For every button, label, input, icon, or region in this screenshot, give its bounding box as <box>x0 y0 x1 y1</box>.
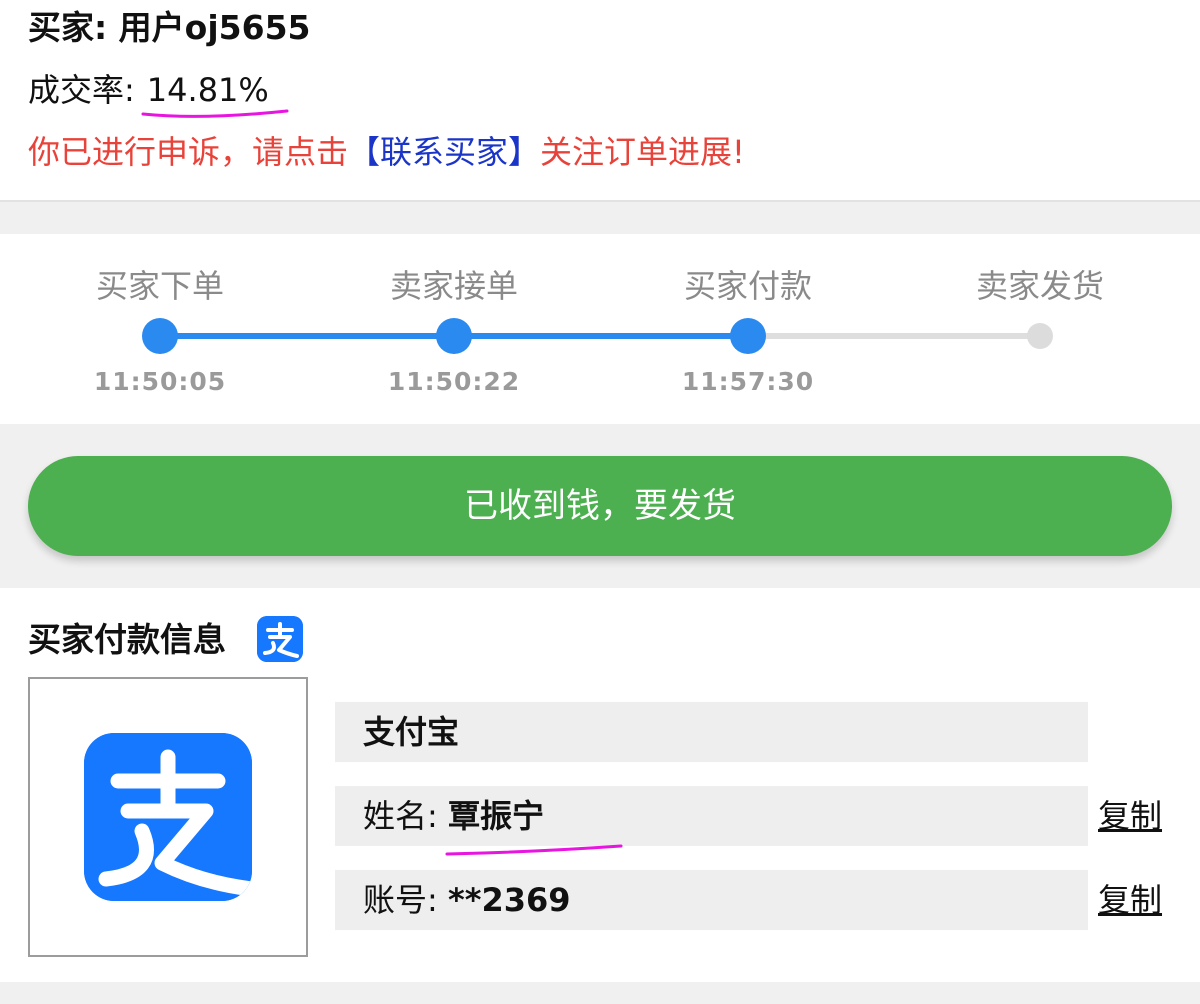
highlight-underline <box>445 844 623 856</box>
payment-qr-frame[interactable] <box>28 677 308 957</box>
deal-rate-value: 14.81% <box>141 70 289 118</box>
highlight-underline <box>141 109 289 118</box>
deal-rate-label: 成交率: <box>28 71 135 109</box>
step-time: 11:50:05 <box>93 367 227 396</box>
payee-account: 账号: **2369 <box>363 880 571 920</box>
appeal-notice: 你已进行申诉，请点击【联系买家】关注订单进展! <box>28 132 745 172</box>
step-dot-done <box>730 318 766 354</box>
payment-method-row: 支付宝 <box>335 702 1088 762</box>
payee-name-row: 姓名: 覃振宁 <box>335 786 1088 856</box>
step-dot-pending <box>1027 323 1053 349</box>
copy-name-button[interactable]: 复制 <box>1098 796 1162 836</box>
order-progress: 买家下单 11:50:05 卖家接单 11:50:22 买家付款 11:57:3… <box>0 234 1200 424</box>
step-dot-done <box>436 318 472 354</box>
step-label: 买家下单 <box>95 267 224 305</box>
payment-info: 买家付款信息 支付宝 姓名: 覃振宁 复制 账号: **2369 复制 <box>0 588 1200 982</box>
payee-name-label: 姓名: <box>363 797 438 835</box>
step-dot-done <box>142 318 178 354</box>
payee-name: 姓名: 覃振宁 <box>363 796 544 836</box>
confirm-received-ship-button[interactable]: 已收到钱，要发货 <box>28 456 1172 556</box>
step-time: 11:57:30 <box>681 367 815 396</box>
step-label: 卖家发货 <box>975 267 1104 305</box>
step-time: 11:50:22 <box>387 367 521 396</box>
buyer-header: 买家: 用户oj5655 成交率: 14.81% 你已进行申诉，请点击【联系买家】… <box>0 0 1200 202</box>
appeal-suffix: 关注订单进展! <box>540 133 745 171</box>
payee-account-label: 账号: <box>363 881 438 919</box>
progress-track-remaining <box>748 333 1040 339</box>
buyer-name: 买家: 用户oj5655 <box>28 8 311 47</box>
step-label: 买家付款 <box>683 267 812 305</box>
payment-method: 支付宝 <box>363 713 460 751</box>
payee-name-value: 覃振宁 <box>447 797 544 835</box>
step-label: 卖家接单 <box>389 267 518 305</box>
payment-info-title: 买家付款信息 <box>28 620 226 659</box>
copy-account-button[interactable]: 复制 <box>1098 880 1162 920</box>
alipay-icon <box>257 616 303 662</box>
payee-account-value: **2369 <box>447 881 571 919</box>
deal-rate: 成交率: 14.81% <box>28 70 289 118</box>
appeal-prefix: 你已进行申诉，请点击 <box>28 133 349 171</box>
payee-account-row: 账号: **2369 <box>335 870 1088 930</box>
alipay-logo-icon <box>84 733 252 901</box>
contact-buyer-link[interactable]: 【联系买家】 <box>348 133 540 171</box>
